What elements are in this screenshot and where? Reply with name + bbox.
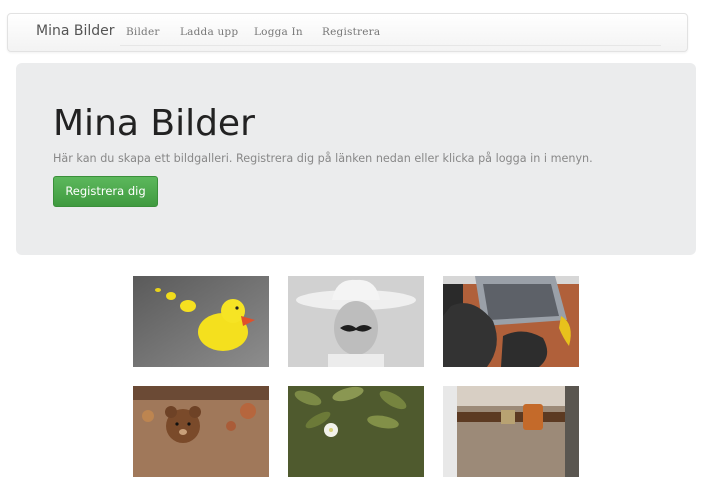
brand-link[interactable]: Mina Bilder	[36, 23, 115, 39]
jumbotron: Mina Bilder Här kan du skapa ett bildgal…	[16, 63, 696, 255]
gallery-image-rubber-ducks[interactable]	[133, 276, 269, 367]
gallery-image-succulent-plant[interactable]	[288, 386, 424, 477]
gallery-image-cowboy-mustache[interactable]	[288, 276, 424, 367]
hero-description: Här kan du skapa ett bildgalleri. Regist…	[53, 152, 593, 165]
nav-item-registrera[interactable]: Registrera	[322, 26, 380, 38]
nav-item-bilder[interactable]: Bilder	[126, 26, 160, 38]
register-button[interactable]: Registrera dig	[53, 176, 158, 207]
hero-title: Mina Bilder	[53, 103, 255, 144]
gallery-image-teddy-bear[interactable]	[133, 386, 269, 477]
gallery-image-gorilla-laptop[interactable]	[443, 276, 579, 367]
gallery-image-belt-holster[interactable]	[443, 386, 579, 477]
navbar: Mina Bilder Bilder Ladda upp Logga In Re…	[7, 13, 688, 52]
nav-item-logga-in[interactable]: Logga In	[254, 26, 303, 38]
nav-item-ladda-upp[interactable]: Ladda upp	[180, 26, 238, 38]
